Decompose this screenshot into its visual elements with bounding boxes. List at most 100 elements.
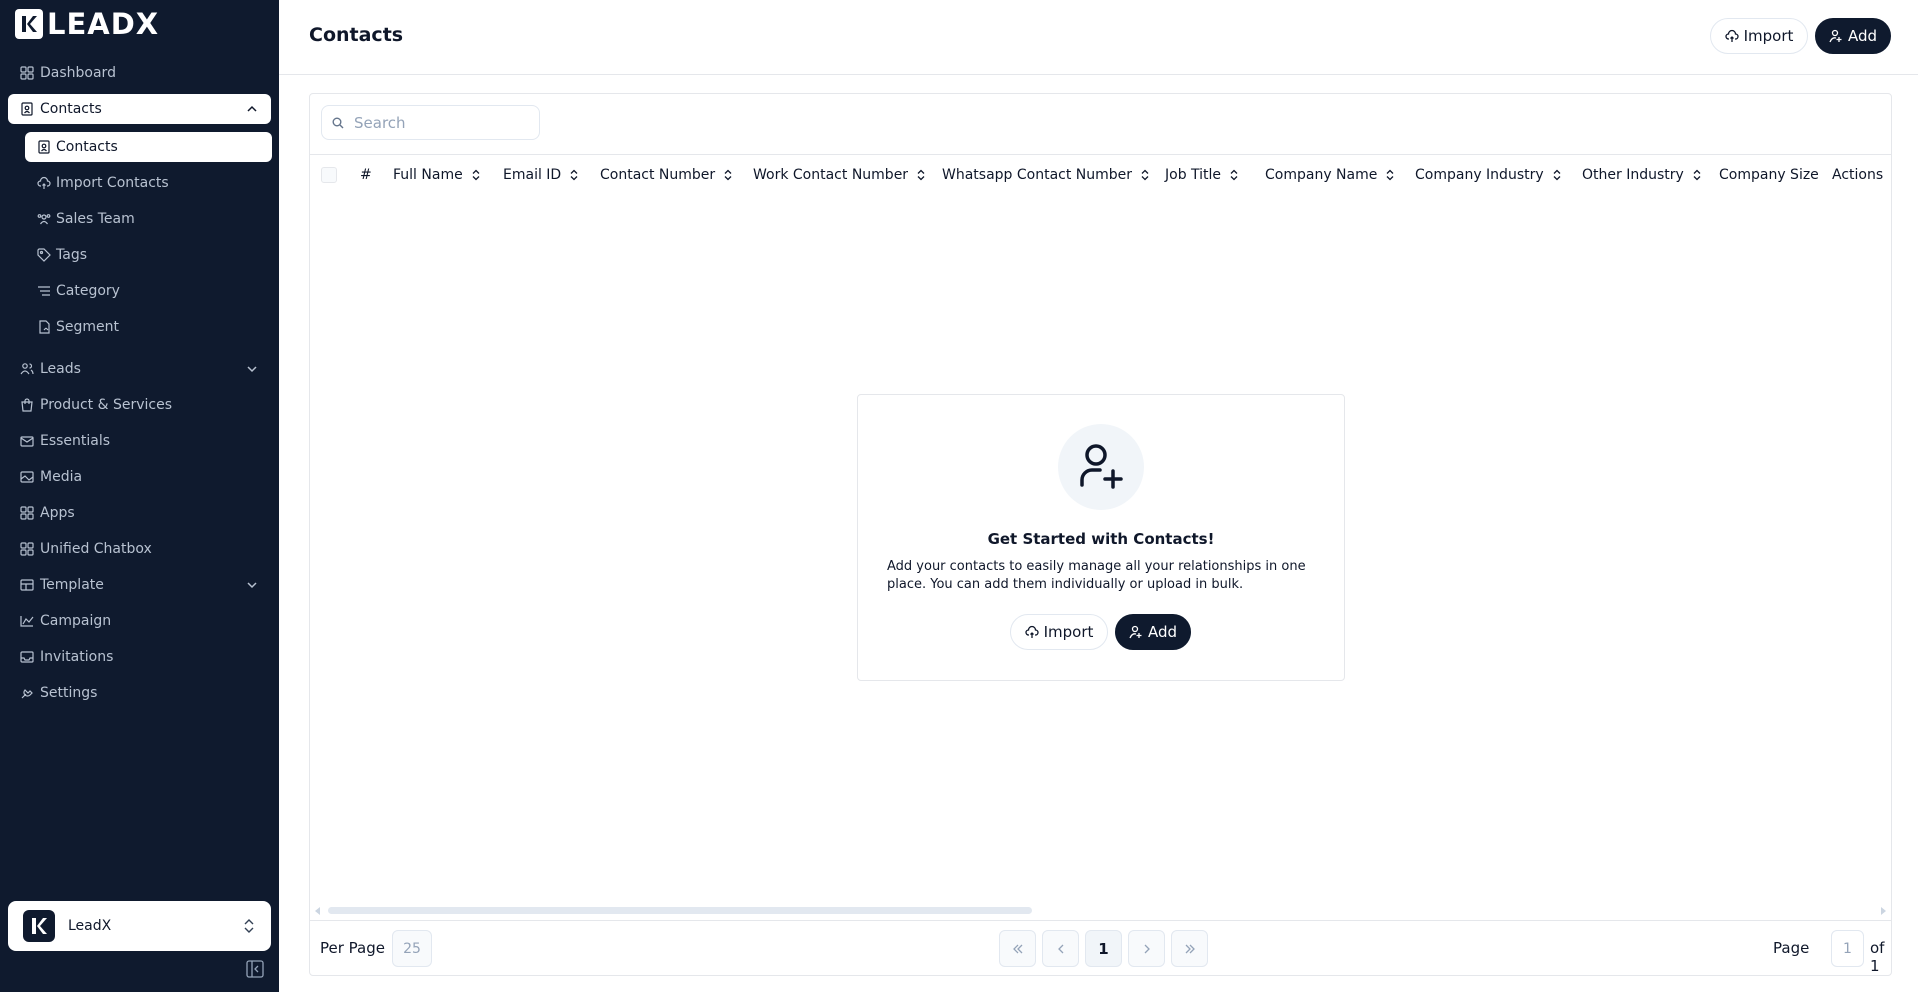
previous-page-button[interactable] [1042,930,1079,967]
brand-logo[interactable]: LEADX [15,9,159,39]
sort-icon [917,169,925,180]
select-all-checkbox[interactable] [321,167,337,183]
scroll-right-arrow-icon[interactable] [1881,907,1886,915]
import-button[interactable]: Import [1710,18,1808,54]
empty-state: Get Started with Contacts! Add your cont… [857,394,1345,681]
sidebar-subitem-label: Contacts [56,139,118,155]
sidebar-item-contacts[interactable]: Contacts [8,94,271,124]
chevron-up-icon [247,105,257,112]
add-user-icon [1129,625,1142,639]
sidebar-subitem-contacts[interactable]: Contacts [25,132,272,162]
sidebar-item-media[interactable]: Media [8,462,271,492]
sidebar-item-essentials[interactable]: Essentials [8,426,271,456]
import-button-label: Import [1743,27,1794,45]
column-header-company-industry[interactable]: Company Industry [1415,155,1562,194]
shopping-bag-icon [20,398,34,412]
column-header-work-contact-number[interactable]: Work Contact Number [753,155,926,194]
column-header-full-name[interactable]: Full Name [393,155,481,194]
contacts-icon [37,140,51,154]
column-header-other-industry[interactable]: Other Industry [1582,155,1702,194]
sidebar-subitem-label: Tags [56,247,87,263]
scroll-left-arrow-icon[interactable] [315,907,320,915]
per-page-label: Per Page [320,939,385,957]
column-header-index: # [360,166,372,183]
cloud-upload-icon [1024,625,1039,638]
avatar [23,910,55,942]
column-header-whatsapp-contact-number[interactable]: Whatsapp Contact Number [942,155,1150,194]
last-page-button[interactable] [1171,930,1208,967]
sidebar-subitem-category[interactable]: Category [25,276,272,306]
sort-icon [570,169,578,180]
sidebar-subitem-import-contacts[interactable]: Import Contacts [25,168,272,198]
chevron-left-icon [1057,944,1063,953]
sidebar-collapse-icon[interactable] [246,960,264,978]
sidebar-item-label: Product & Services [40,397,173,413]
page-input[interactable]: 1 [1831,930,1864,967]
page-number-button[interactable]: 1 [1085,930,1122,967]
sort-icon [1386,169,1394,180]
sidebar-item-template[interactable]: Template [8,570,271,600]
table-header: # Full Name Email ID Contact Number Work… [310,154,1891,193]
chevron-down-icon [247,582,257,589]
empty-add-button[interactable]: Add [1115,614,1191,650]
column-header-job-title[interactable]: Job Title [1165,155,1239,194]
campaign-icon [20,614,34,628]
column-header-company-name[interactable]: Company Name [1265,155,1395,194]
per-page-select[interactable]: 25 [392,930,432,967]
cloud-upload-icon [1724,29,1739,42]
sidebar-subitem-label: Import Contacts [56,175,169,191]
page-total-label: of 1 [1870,939,1885,975]
sidebar-item-campaign[interactable]: Campaign [8,606,271,636]
logo-mark-icon [15,9,43,39]
empty-add-button-label: Add [1147,623,1178,641]
sidebar-item-leads[interactable]: Leads [8,354,271,384]
contacts-icon [20,102,34,116]
sidebar-item-apps[interactable]: Apps [8,498,271,528]
add-button[interactable]: Add [1815,18,1891,54]
column-header-company-size: Company Size [1719,166,1819,183]
column-header-actions: Actions [1832,166,1884,183]
sidebar-item-label: Dashboard [40,65,116,81]
tag-icon [37,248,51,262]
horizontal-scrollbar[interactable] [310,904,1891,916]
sidebar-subitem-tags[interactable]: Tags [25,240,272,270]
sidebar-item-label: Apps [40,505,75,521]
chevron-up-down-icon [244,919,254,933]
sidebar-item-dashboard[interactable]: Dashboard [8,58,271,88]
page-label: Page [1773,939,1810,957]
column-header-contact-number[interactable]: Contact Number [600,155,733,194]
media-icon [20,470,34,484]
search-input[interactable] [354,113,524,132]
cloud-upload-icon [37,176,51,190]
template-icon [20,578,34,592]
sidebar-subitem-label: Segment [56,319,119,335]
page-title: Contacts [309,24,404,46]
mail-icon [20,434,34,448]
sidebar-item-label: Settings [40,685,98,701]
sidebar-subitem-sales-team[interactable]: Sales Team [25,204,272,234]
empty-import-button[interactable]: Import [1010,614,1108,650]
organization-switcher[interactable]: LeadX [8,901,271,951]
scroll-thumb[interactable] [328,907,1032,914]
next-page-button[interactable] [1128,930,1165,967]
page-header: Contacts Import Add [279,0,1918,75]
sidebar-subitem-segment[interactable]: Segment [25,312,272,342]
sidebar-item-product-services[interactable]: Product & Services [8,390,271,420]
sidebar-item-label: Unified Chatbox [40,541,152,557]
first-page-button[interactable] [999,930,1036,967]
column-header-email-id[interactable]: Email ID [503,155,579,194]
chevron-right-icon [1144,944,1150,953]
chevrons-right-icon [1185,944,1195,953]
sort-icon [1230,169,1238,180]
settings-icon [20,686,34,700]
chatbox-icon [20,542,34,556]
sidebar-item-invitations[interactable]: Invitations [8,642,271,672]
sidebar-item-unified-chatbox[interactable]: Unified Chatbox [8,534,271,564]
sidebar-item-settings[interactable]: Settings [8,678,271,708]
sidebar-item-label: Media [40,469,83,485]
sort-icon [1553,169,1561,180]
leads-icon [20,362,34,376]
dashboard-icon [20,66,34,80]
sidebar-subitem-label: Category [56,283,120,299]
search-box[interactable] [321,105,540,140]
